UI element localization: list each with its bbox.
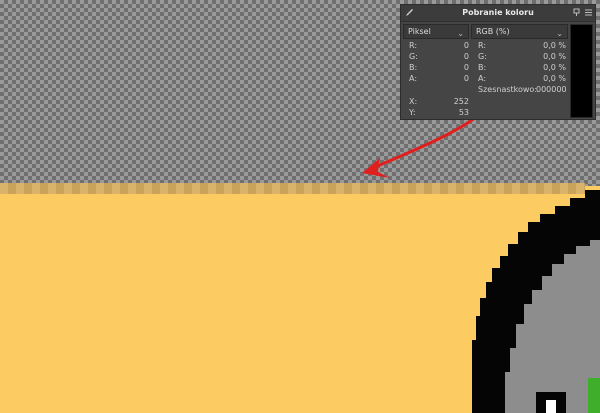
- dialog-title: Pobranie koloru: [462, 8, 534, 17]
- percent-g-value: 0,0 %: [543, 52, 566, 61]
- menu-icon[interactable]: [584, 8, 593, 17]
- percent-b-value: 0,0 %: [543, 63, 566, 72]
- color-picker-dialog[interactable]: Pobranie koloru Piksel ⌄ RGB (%) ⌄ R: 0 …: [400, 4, 596, 120]
- x-label: X:: [409, 97, 418, 106]
- pixel-mode-value: Piksel: [408, 27, 431, 36]
- pixel-mode-select[interactable]: Piksel ⌄: [403, 24, 469, 39]
- chevron-down-icon: ⌄: [556, 29, 563, 38]
- hex-value: 000000: [536, 85, 567, 94]
- percent-r-label: R:: [478, 41, 487, 50]
- rgb-mode-value: RGB (%): [476, 27, 510, 36]
- hex-label: Szesnastkowo:: [478, 85, 538, 94]
- chevron-down-icon: ⌄: [457, 29, 464, 38]
- percent-r-value: 0,0 %: [543, 41, 566, 50]
- pin-icon[interactable]: [572, 8, 581, 17]
- pixel-r-label: R:: [409, 41, 418, 50]
- y-value: 53: [458, 108, 469, 117]
- percent-a-label: A:: [478, 74, 487, 83]
- pixel-b-value: 0: [463, 63, 469, 72]
- pixel-a-value: 0: [463, 74, 469, 83]
- pixel-b-label: B:: [409, 63, 418, 72]
- pixel-r-value: 0: [463, 41, 469, 50]
- rgb-mode-select[interactable]: RGB (%) ⌄: [471, 24, 568, 39]
- pixel-a-label: A:: [409, 74, 418, 83]
- percent-b-label: B:: [478, 63, 487, 72]
- x-value: 252: [453, 97, 469, 106]
- color-swatch[interactable]: [570, 24, 593, 118]
- pixel-g-label: G:: [409, 52, 418, 61]
- y-label: Y:: [409, 108, 416, 117]
- percent-a-value: 0,0 %: [543, 74, 566, 83]
- dialog-titlebar[interactable]: Pobranie koloru: [401, 5, 595, 22]
- percent-g-label: G:: [478, 52, 487, 61]
- pixel-g-value: 0: [463, 52, 469, 61]
